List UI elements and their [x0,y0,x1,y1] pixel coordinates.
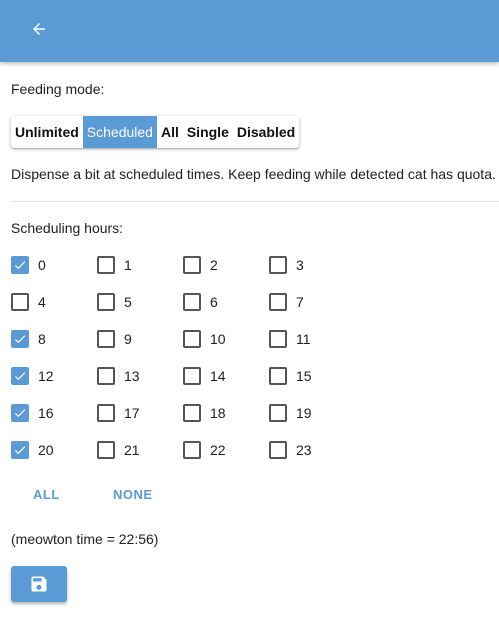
checkbox-unchecked-icon [269,404,287,422]
hour-checkbox-18[interactable]: 18 [183,403,226,423]
app-bar [0,0,499,62]
checkbox-unchecked-icon [11,293,29,311]
mode-option-all[interactable]: All [157,116,183,148]
checkbox-unchecked-icon [97,256,115,274]
feeding-mode-description: Dispense a bit at scheduled times. Keep … [11,166,496,182]
hour-label: 18 [210,405,226,421]
hour-label: 2 [210,257,218,273]
checkbox-unchecked-icon [183,256,201,274]
hour-label: 14 [210,368,226,384]
checkbox-unchecked-icon [269,441,287,459]
feeding-mode-selector: Unlimited Scheduled All Single Disabled [11,116,300,148]
hour-label: 7 [296,294,304,310]
checkbox-unchecked-icon [183,367,201,385]
hour-label: 16 [38,405,54,421]
hour-label: 4 [38,294,46,310]
floppy-disk-icon [31,576,47,592]
hour-label: 20 [38,442,54,458]
checkbox-unchecked-icon [183,404,201,422]
hour-label: 6 [210,294,218,310]
hour-label: 23 [296,442,312,458]
divider [11,201,499,202]
meowton-time: (meowton time = 22:56) [11,531,159,547]
save-button[interactable] [11,566,67,602]
checkbox-checked-icon [11,256,29,274]
hour-label: 5 [124,294,132,310]
mode-option-single[interactable]: Single [183,116,233,148]
hour-checkbox-8[interactable]: 8 [11,329,46,349]
hour-checkbox-0[interactable]: 0 [11,255,46,275]
hour-checkbox-10[interactable]: 10 [183,329,226,349]
select-all-button[interactable]: ALL [33,485,60,505]
hour-label: 1 [124,257,132,273]
checkbox-unchecked-icon [97,367,115,385]
checkbox-checked-icon [11,404,29,422]
hour-label: 15 [296,368,312,384]
hour-label: 3 [296,257,304,273]
hour-checkbox-7[interactable]: 7 [269,292,304,312]
hour-checkbox-22[interactable]: 22 [183,440,226,460]
hour-checkbox-4[interactable]: 4 [11,292,46,312]
hour-checkbox-12[interactable]: 12 [11,366,54,386]
scheduling-hours-label: Scheduling hours: [11,220,124,236]
hour-checkbox-1[interactable]: 1 [97,255,132,275]
hour-label: 10 [210,331,226,347]
checkbox-unchecked-icon [183,293,201,311]
hour-checkbox-5[interactable]: 5 [97,292,132,312]
hour-label: 22 [210,442,226,458]
checkbox-unchecked-icon [269,293,287,311]
hour-checkbox-16[interactable]: 16 [11,403,54,423]
hour-label: 17 [124,405,140,421]
hour-label: 19 [296,405,312,421]
checkbox-unchecked-icon [97,441,115,459]
hour-checkbox-23[interactable]: 23 [269,440,312,460]
checkbox-checked-icon [11,441,29,459]
hour-checkbox-21[interactable]: 21 [97,440,140,460]
checkbox-unchecked-icon [97,404,115,422]
checkbox-checked-icon [11,330,29,348]
arrow-left-icon [33,23,45,35]
mode-option-unlimited[interactable]: Unlimited [11,116,83,148]
feeding-mode-label: Feeding mode: [11,81,105,97]
back-button[interactable] [24,14,54,44]
hour-checkbox-14[interactable]: 14 [183,366,226,386]
hour-label: 9 [124,331,132,347]
hour-checkbox-19[interactable]: 19 [269,403,312,423]
checkbox-checked-icon [11,367,29,385]
hour-checkbox-17[interactable]: 17 [97,403,140,423]
hour-label: 11 [296,331,311,347]
checkbox-unchecked-icon [97,330,115,348]
checkbox-unchecked-icon [269,367,287,385]
hour-label: 13 [124,368,140,384]
select-none-button[interactable]: NONE [113,485,153,505]
checkbox-unchecked-icon [269,330,287,348]
mode-option-scheduled[interactable]: Scheduled [82,116,157,148]
hour-label: 21 [124,442,140,458]
hour-checkbox-3[interactable]: 3 [269,255,304,275]
hour-checkbox-2[interactable]: 2 [183,255,218,275]
mode-option-disabled[interactable]: Disabled [233,116,299,148]
hour-label: 8 [38,331,46,347]
hour-checkbox-20[interactable]: 20 [11,440,54,460]
checkbox-unchecked-icon [97,293,115,311]
checkbox-unchecked-icon [269,256,287,274]
hour-checkbox-9[interactable]: 9 [97,329,132,349]
hour-checkbox-13[interactable]: 13 [97,366,140,386]
checkbox-unchecked-icon [183,441,201,459]
checkbox-unchecked-icon [183,330,201,348]
hour-checkbox-11[interactable]: 11 [269,329,311,349]
hour-checkbox-6[interactable]: 6 [183,292,218,312]
hour-checkbox-15[interactable]: 15 [269,366,312,386]
hour-label: 0 [38,257,46,273]
hour-label: 12 [38,368,54,384]
